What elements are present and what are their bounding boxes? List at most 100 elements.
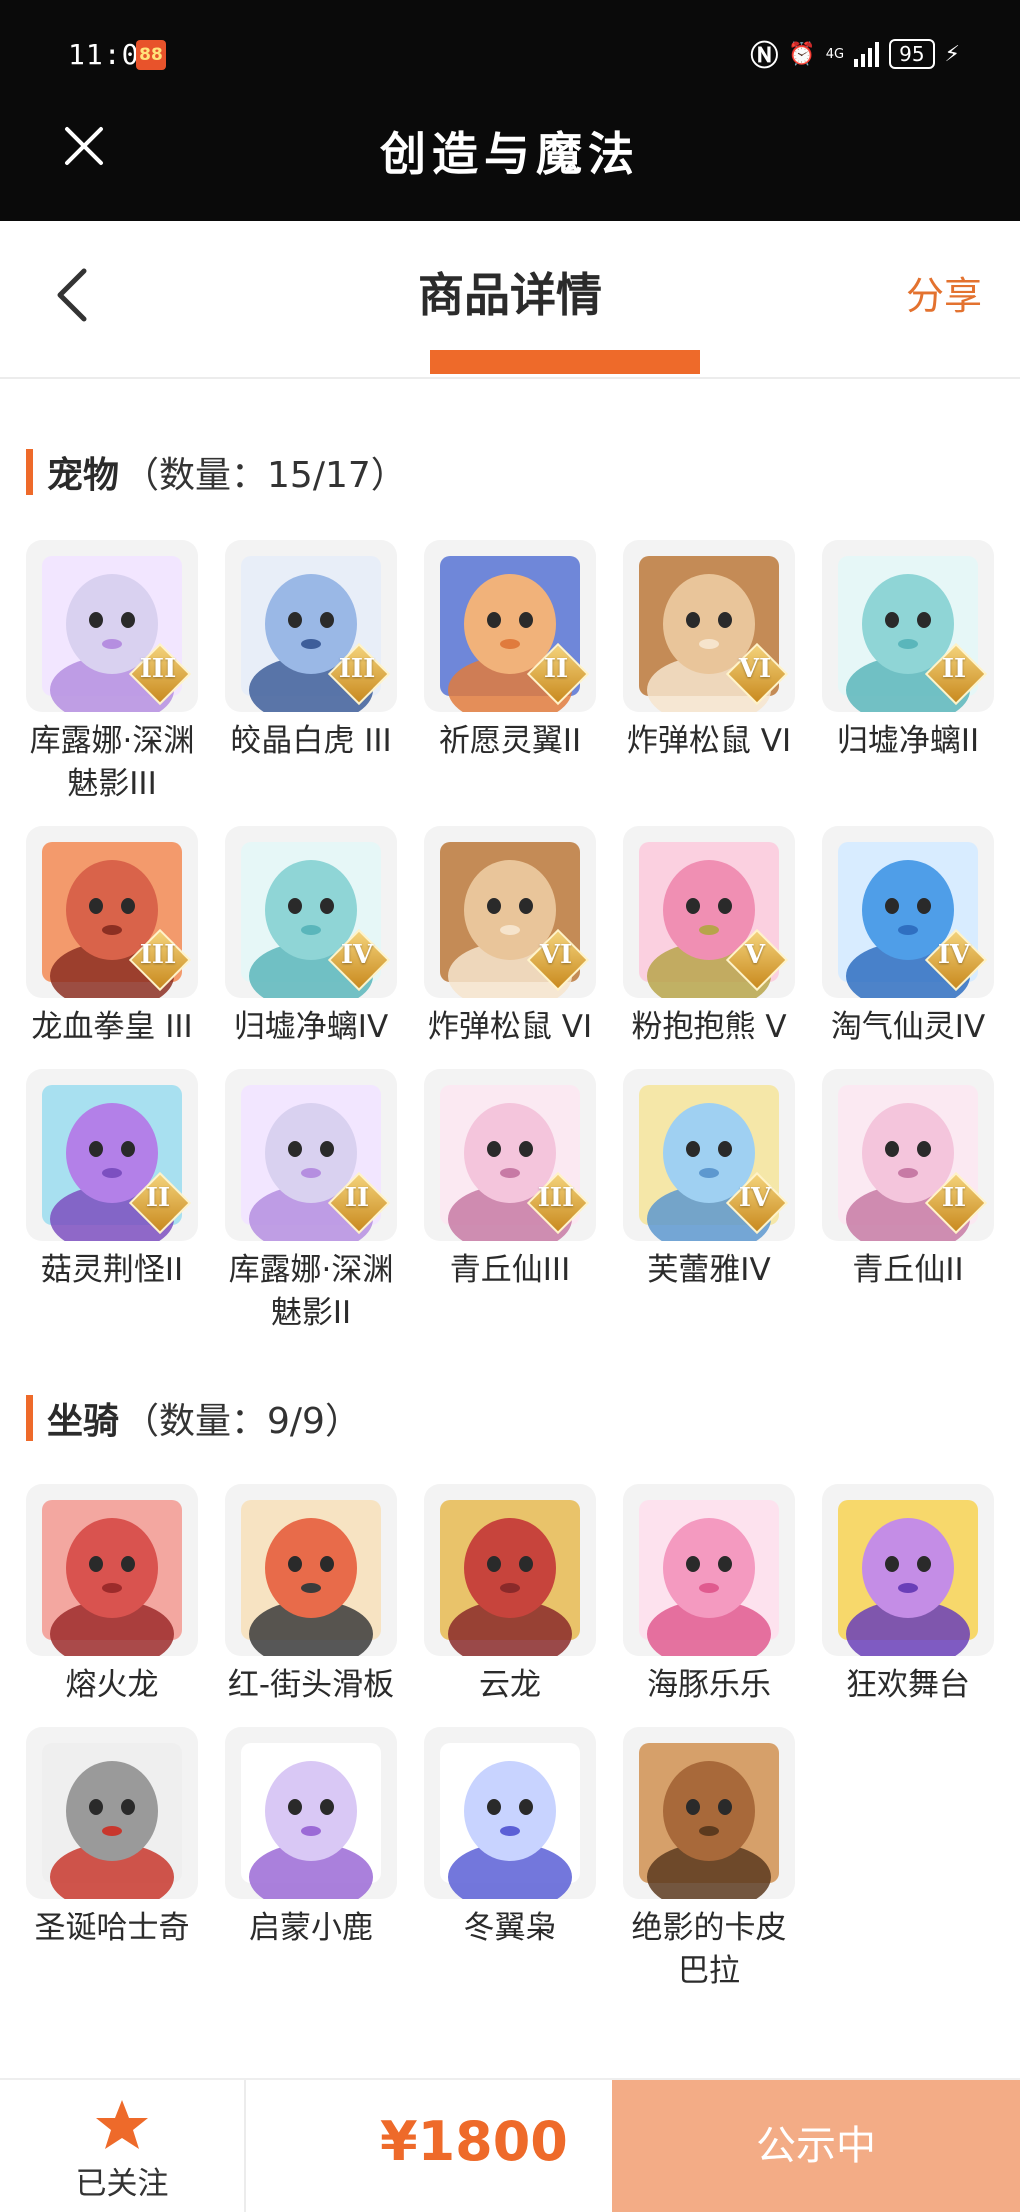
pet-thumbnail: II [424, 540, 596, 712]
pet-item[interactable]: IV 芙蕾雅IV [623, 1069, 795, 1335]
pet-name: 库露娜·深渊魅影III [29, 723, 195, 802]
pet-item[interactable]: II 青丘仙II [822, 1069, 994, 1335]
pet-item[interactable]: IV 淘气仙灵IV [822, 826, 994, 1049]
pet-thumbnail: VI [623, 540, 795, 712]
pet-item[interactable]: IV 归墟净螭IV [225, 826, 397, 1049]
tier-numeral: III [338, 654, 376, 684]
app-top-bar: 11:01 88 Ⓝ ⏰ 4G 95 ⚡ 创造与魔法 [0, 0, 1020, 221]
pet-name: 龙血拳皇 III [31, 1009, 193, 1045]
bottom-action-bar: 已关注 ¥1800 公示中 [0, 2078, 1020, 2212]
mount-item[interactable]: 熔火龙 [26, 1484, 198, 1707]
tier-badge: II [924, 1171, 988, 1235]
tier-badge: IV [924, 928, 988, 992]
mount-item[interactable]: 云龙 [424, 1484, 596, 1707]
alarm-icon: ⏰ [788, 41, 816, 67]
character-portrait-image [241, 1743, 381, 1899]
follow-button[interactable]: 已关注 [0, 2080, 246, 2212]
mount-thumbnail [623, 1727, 795, 1899]
tier-badge: VI [725, 642, 789, 706]
public-status-button[interactable]: 公示中 [612, 2080, 1020, 2212]
pet-name: 淘气仙灵IV [830, 1009, 986, 1045]
pet-item[interactable]: III 库露娜·深渊魅影III [26, 540, 198, 806]
tab-indicator [430, 350, 700, 374]
pet-item[interactable]: III 青丘仙III [424, 1069, 596, 1335]
pet-item[interactable]: II 祈愿灵翼II [424, 540, 596, 806]
pet-item[interactable]: III 皎晶白虎 III [225, 540, 397, 806]
pet-thumbnail: II [26, 1069, 198, 1241]
pet-thumbnail: IV [822, 826, 994, 998]
tier-numeral: IV [738, 1183, 772, 1213]
tier-badge: II [128, 1171, 192, 1235]
tier-numeral: II [543, 654, 569, 684]
tier-badge: V [725, 928, 789, 992]
pet-name: 皎晶白虎 III [230, 723, 392, 759]
app-title: 创造与魔法 [380, 127, 640, 181]
mount-thumbnail [225, 1727, 397, 1899]
mount-name: 红-街头滑板 [227, 1667, 395, 1703]
tier-badge: IV [327, 928, 391, 992]
tier-numeral: II [344, 1183, 370, 1213]
mount-item[interactable]: 海豚乐乐 [623, 1484, 795, 1707]
tier-badge: II [327, 1171, 391, 1235]
tier-numeral: II [941, 654, 967, 684]
pet-name: 芙蕾雅IV [647, 1252, 771, 1288]
pet-item[interactable]: V 粉抱抱熊 V [623, 826, 795, 1049]
character-portrait-image [639, 1500, 779, 1656]
pet-item[interactable]: II 菇灵荆怪II [26, 1069, 198, 1335]
tier-numeral: III [139, 654, 177, 684]
section-name: 坐骑 [47, 1401, 120, 1442]
pet-thumbnail: III [26, 540, 198, 712]
tier-numeral: III [537, 1183, 575, 1213]
mount-item[interactable]: 绝影的卡皮巴拉 [623, 1727, 795, 1993]
charging-icon: ⚡ [944, 41, 960, 67]
network-type-label: 4G [825, 46, 845, 62]
mount-item[interactable]: 启蒙小鹿 [225, 1727, 397, 1993]
mount-name: 冬翼枭 [463, 1910, 557, 1946]
pet-item[interactable]: II 归墟净螭II [822, 540, 994, 806]
character-portrait-image [639, 1743, 779, 1899]
tier-badge: II [526, 642, 590, 706]
pet-item[interactable]: III 龙血拳皇 III [26, 826, 198, 1049]
pet-thumbnail: III [424, 1069, 596, 1241]
tier-numeral: IV [340, 940, 374, 970]
mount-name: 海豚乐乐 [647, 1667, 771, 1703]
pet-name: 青丘仙III [449, 1252, 571, 1288]
mount-name: 狂欢舞台 [846, 1667, 970, 1703]
pet-item[interactable]: VI 炸弹松鼠 VI [623, 540, 795, 806]
pet-item[interactable]: VI 炸弹松鼠 VI [424, 826, 596, 1049]
pet-name: 菇灵荆怪II [40, 1252, 184, 1288]
mounts-grid: 熔火龙 红-街头滑板 云龙 海豚乐乐 狂欢舞台圣诞哈士奇 启蒙小鹿 冬翼枭 绝影的卡皮巴拉 [26, 1484, 996, 1993]
tier-numeral: VI [738, 654, 772, 684]
share-button[interactable]: 分享 [906, 265, 982, 320]
mounts-section-title: 坐骑 （数量：9/9） [26, 1392, 361, 1444]
pet-thumbnail: VI [424, 826, 596, 998]
tier-numeral: II [941, 1183, 967, 1213]
pet-item[interactable]: II 库露娜·深渊魅影II [225, 1069, 397, 1335]
pet-thumbnail: IV [225, 826, 397, 998]
pet-name: 归墟净螭IV [233, 1009, 389, 1045]
tier-badge: III [128, 928, 192, 992]
follow-label: 已关注 [75, 2166, 169, 2202]
signal-icon [854, 41, 880, 67]
tier-badge: III [128, 642, 192, 706]
mount-thumbnail [424, 1727, 596, 1899]
character-portrait-image [42, 1500, 182, 1656]
tier-badge: III [526, 1171, 590, 1235]
page-header: 商品详情 分享 [0, 221, 1020, 379]
price: ¥1800 [380, 2110, 568, 2173]
character-portrait-image [440, 1743, 580, 1899]
pets-grid: III 库露娜·深渊魅影III III 皎晶白虎 III II 祈愿灵翼II VI 炸弹松鼠 … [26, 540, 996, 1335]
pet-name: 粉抱抱熊 V [631, 1009, 787, 1045]
character-portrait-image [838, 1500, 978, 1656]
section-count: （数量：9/9） [123, 1401, 361, 1442]
mount-name: 云龙 [479, 1667, 541, 1703]
mount-item[interactable]: 冬翼枭 [424, 1727, 596, 1993]
mount-item[interactable]: 红-街头滑板 [225, 1484, 397, 1707]
section-count: （数量：15/17） [123, 455, 407, 496]
pet-name: 炸弹松鼠 VI [626, 723, 792, 759]
pet-thumbnail: III [225, 540, 397, 712]
mount-thumbnail [26, 1727, 198, 1899]
pet-thumbnail: II [822, 540, 994, 712]
mount-item[interactable]: 圣诞哈士奇 [26, 1727, 198, 1993]
mount-item[interactable]: 狂欢舞台 [822, 1484, 994, 1707]
